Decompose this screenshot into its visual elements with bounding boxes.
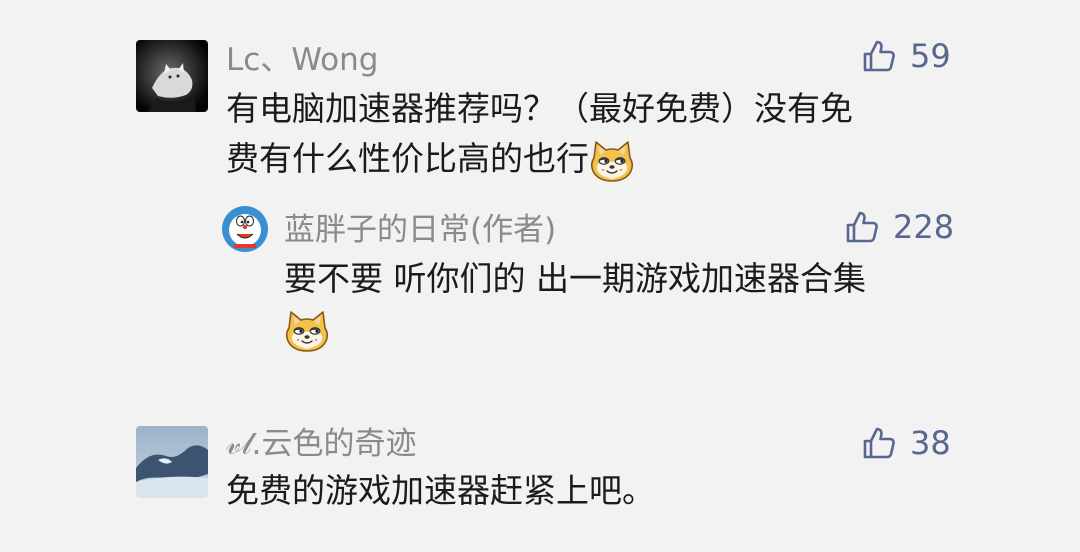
like-button[interactable]: 228 (845, 208, 954, 246)
comment-item: 𝓋𝓁.云色的奇迹 38 免费的游戏加速器赶紧上吧。 (0, 410, 1080, 552)
comment-text[interactable]: 有电脑加速器推荐吗？（最好免费）没有免 费有什么性价比高的也行 (226, 84, 853, 184)
comment-item: Lc、Wong 59 有电脑加速器推荐吗？（最好免费）没有免 费有什么性价比高的… (0, 0, 1080, 190)
username[interactable]: 蓝胖子的日常(作者) (284, 210, 556, 250)
like-button[interactable]: 59 (862, 37, 951, 75)
reply-item: 蓝胖子的日常(作者) 228 要不要 听你们的 出一期游戏加速器合集 (0, 190, 1080, 370)
like-button[interactable]: 38 (862, 424, 951, 462)
cat-avatar-image (136, 40, 208, 112)
like-count: 228 (893, 208, 955, 246)
like-count: 59 (910, 37, 951, 75)
comment-text-line: 免费的游戏加速器赶紧上吧。 (226, 471, 655, 510)
comment-text-line: 费有什么性价比高的也行 (226, 134, 853, 184)
doge-emoji (589, 139, 635, 183)
doge-emoji (284, 309, 330, 353)
comment-text[interactable]: 要不要 听你们的 出一期游戏加速器合集 (284, 254, 866, 354)
doraemon-avatar-image (222, 206, 268, 252)
landscape-avatar-image (136, 426, 208, 498)
thumbs-up-icon (845, 210, 879, 244)
comment-text[interactable]: 免费的游戏加速器赶紧上吧。 (226, 466, 655, 516)
comment-text-line: 有电脑加速器推荐吗？（最好免费）没有免 (226, 89, 853, 128)
avatar[interactable] (136, 426, 208, 498)
username[interactable]: Lc、Wong (226, 40, 378, 80)
username[interactable]: 𝓋𝓁.云色的奇迹 (226, 424, 416, 464)
avatar[interactable] (136, 40, 208, 112)
like-count: 38 (910, 424, 951, 462)
thumbs-up-icon (862, 39, 896, 73)
comment-text-line (284, 304, 866, 354)
author-avatar[interactable] (222, 206, 268, 252)
comment-text-line-content: 费有什么性价比高的也行 (226, 139, 589, 178)
comment-text-line: 要不要 听你们的 出一期游戏加速器合集 (284, 259, 866, 298)
thumbs-up-icon (862, 426, 896, 460)
